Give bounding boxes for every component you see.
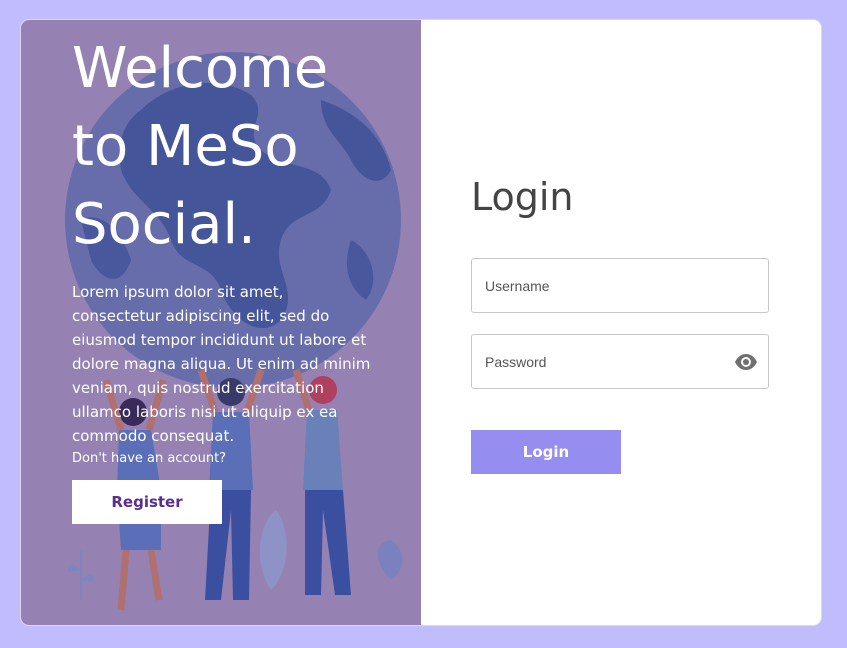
username-field [471, 258, 769, 313]
login-card: Welcome to MeSo Social. Lorem ipsum dolo… [21, 20, 821, 625]
welcome-panel: Welcome to MeSo Social. Lorem ipsum dolo… [21, 20, 421, 625]
no-account-text: Don't have an account? [72, 451, 227, 466]
register-button[interactable]: Register [72, 480, 222, 524]
login-button[interactable]: Login [471, 430, 621, 474]
login-panel: Login Login [421, 20, 821, 625]
username-input[interactable] [472, 259, 712, 312]
password-input[interactable] [472, 335, 712, 388]
eye-icon[interactable] [734, 352, 758, 372]
welcome-line-3: Social. [72, 192, 256, 257]
welcome-line-1: Welcome [72, 36, 329, 101]
login-title: Login [471, 175, 574, 219]
welcome-line-2: to MeSo [72, 114, 299, 179]
welcome-description: Lorem ipsum dolor sit amet, consectetur … [72, 283, 371, 445]
welcome-heading: Welcome to MeSo Social. [72, 30, 392, 264]
password-field [471, 334, 769, 389]
